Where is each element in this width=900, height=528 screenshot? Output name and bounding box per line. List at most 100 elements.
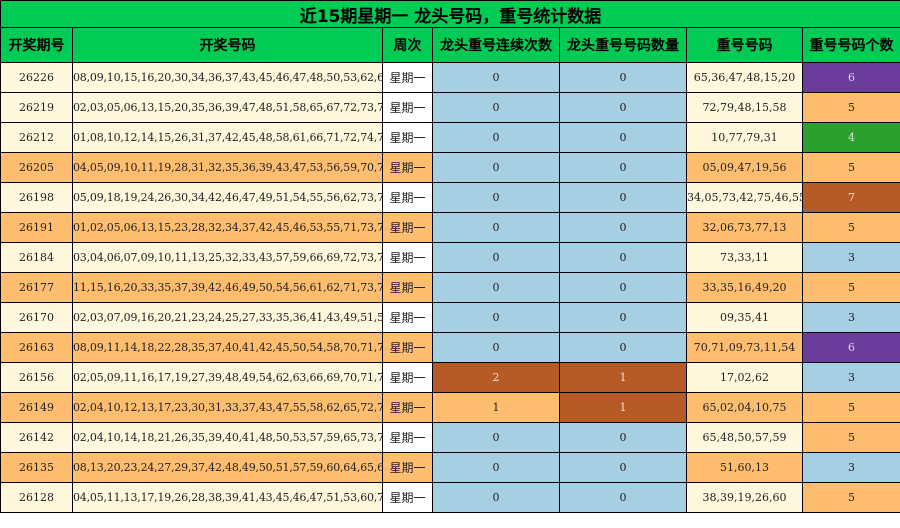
numbers-cell: 01,08,10,12,14,15,26,31,37,42,45,48,58,6…: [72, 122, 383, 153]
repeat-count-cell: 6: [801, 332, 900, 363]
issue-cell: 26184: [0, 242, 73, 273]
issue-cell: 26177: [0, 272, 73, 303]
streak-count-cell: 0: [559, 152, 687, 183]
streak-cell: 0: [432, 122, 560, 153]
streak-count-cell: 0: [559, 62, 687, 93]
week-cell: 星期一: [382, 362, 433, 393]
streak-count-cell: 0: [559, 182, 687, 213]
header-numbers: 开奖号码: [72, 27, 383, 63]
repeat-count-cell: 5: [801, 272, 900, 303]
streak-cell: 0: [432, 422, 560, 453]
table-row: 26212 01,08,10,12,14,15,26,31,37,42,45,48…: [0, 122, 900, 153]
issue-cell: 26212: [0, 122, 73, 153]
week-cell: 星期一: [382, 392, 433, 423]
numbers-cell: 03,04,06,07,09,10,11,13,25,32,33,43,57,5…: [72, 242, 383, 273]
issue-cell: 26191: [0, 212, 73, 243]
repeat-count-cell: 3: [801, 452, 900, 483]
streak-cell: 1: [432, 392, 560, 423]
streak-cell: 0: [432, 92, 560, 123]
repeats-cell: 17,02,62: [686, 362, 803, 393]
numbers-cell: 02,04,10,12,13,17,23,30,31,33,37,43,47,5…: [72, 392, 383, 423]
repeats-cell: 10,77,79,31: [686, 122, 803, 153]
repeats-cell: 33,35,16,49,20: [686, 272, 803, 303]
stats-page: 近15期星期一 龙头号码，重号统计数据 开奖期号 开奖号码 周次 龙头重号连续次…: [0, 0, 900, 528]
streak-count-cell: 0: [559, 302, 687, 333]
issue-cell: 26219: [0, 92, 73, 123]
header-repeat-count: 重号号码个数: [801, 27, 900, 63]
repeats-cell: 09,35,41: [686, 302, 803, 333]
streak-cell: 0: [432, 272, 560, 303]
issue-cell: 26198: [0, 182, 73, 213]
repeat-count-cell: 5: [801, 392, 900, 423]
week-cell: 星期一: [382, 482, 433, 513]
numbers-cell: 04,05,11,13,17,19,26,28,38,39,41,43,45,4…: [72, 482, 383, 513]
week-cell: 星期一: [382, 242, 433, 273]
repeats-cell: 38,39,19,26,60: [686, 482, 803, 513]
week-cell: 星期一: [382, 332, 433, 363]
repeat-count-cell: 5: [801, 92, 900, 123]
header-repeats: 重号号码: [686, 27, 803, 63]
week-cell: 星期一: [382, 452, 433, 483]
table-row: 26128 04,05,11,13,17,19,26,28,38,39,41,43…: [0, 482, 900, 513]
streak-cell: 0: [432, 62, 560, 93]
streak-cell: 0: [432, 212, 560, 243]
stats-table: 近15期星期一 龙头号码，重号统计数据 开奖期号 开奖号码 周次 龙头重号连续次…: [0, 0, 900, 513]
repeats-cell: 05,09,47,19,56: [686, 152, 803, 183]
week-cell: 星期一: [382, 152, 433, 183]
repeats-cell: 65,48,50,57,59: [686, 422, 803, 453]
numbers-cell: 01,02,05,06,13,15,23,28,32,34,37,42,45,4…: [72, 212, 383, 243]
streak-cell: 0: [432, 482, 560, 513]
table-row: 26135 08,13,20,23,24,27,29,37,42,48,49,50…: [0, 452, 900, 483]
table-row: 26226 08,09,10,15,16,20,30,34,36,37,43,45…: [0, 62, 900, 93]
repeat-count-cell: 3: [801, 362, 900, 393]
issue-cell: 26128: [0, 482, 73, 513]
repeats-cell: 73,33,11: [686, 242, 803, 273]
streak-cell: 0: [432, 302, 560, 333]
numbers-cell: 02,03,05,06,13,15,20,35,36,39,47,48,51,5…: [72, 92, 383, 123]
numbers-cell: 04,05,09,10,11,19,28,31,32,35,36,39,43,4…: [72, 152, 383, 183]
table-body: 26226 08,09,10,15,16,20,30,34,36,37,43,45…: [0, 62, 900, 513]
repeats-cell: 32,06,73,77,13: [686, 212, 803, 243]
streak-cell: 0: [432, 182, 560, 213]
table-row: 26163 08,09,11,14,18,22,28,35,37,40,41,42…: [0, 332, 900, 363]
repeat-count-cell: 5: [801, 152, 900, 183]
repeat-count-cell: 3: [801, 302, 900, 333]
streak-count-cell: 0: [559, 332, 687, 363]
streak-count-cell: 0: [559, 422, 687, 453]
streak-count-cell: 1: [559, 392, 687, 423]
streak-cell: 0: [432, 332, 560, 363]
issue-cell: 26156: [0, 362, 73, 393]
numbers-cell: 08,09,11,14,18,22,28,35,37,40,41,42,45,5…: [72, 332, 383, 363]
repeats-cell: 34,05,73,42,75,46,55: [686, 182, 803, 213]
issue-cell: 26135: [0, 452, 73, 483]
table-row: 26184 03,04,06,07,09,10,11,13,25,32,33,43…: [0, 242, 900, 273]
repeat-count-cell: 7: [801, 182, 900, 213]
repeat-count-cell: 3: [801, 242, 900, 273]
issue-cell: 26163: [0, 332, 73, 363]
numbers-cell: 02,05,09,11,16,17,19,27,39,48,49,54,62,6…: [72, 362, 383, 393]
week-cell: 星期一: [382, 92, 433, 123]
table-row: 26219 02,03,05,06,13,15,20,35,36,39,47,48…: [0, 92, 900, 123]
repeats-cell: 65,02,04,10,75: [686, 392, 803, 423]
week-cell: 星期一: [382, 182, 433, 213]
repeats-cell: 51,60,13: [686, 452, 803, 483]
repeat-count-cell: 5: [801, 422, 900, 453]
streak-cell: 2: [432, 362, 560, 393]
table-row: 26170 02,03,07,09,16,20,21,23,24,25,27,33…: [0, 302, 900, 333]
repeat-count-cell: 4: [801, 122, 900, 153]
repeats-cell: 65,36,47,48,15,20: [686, 62, 803, 93]
issue-cell: 26149: [0, 392, 73, 423]
table-row: 26191 01,02,05,06,13,15,23,28,32,34,37,42…: [0, 212, 900, 243]
streak-count-cell: 0: [559, 482, 687, 513]
header-streak-count: 龙头重号号码数量: [559, 27, 687, 63]
streak-count-cell: 0: [559, 452, 687, 483]
table-row: 26149 02,04,10,12,13,17,23,30,31,33,37,43…: [0, 392, 900, 423]
issue-cell: 26226: [0, 62, 73, 93]
week-cell: 星期一: [382, 302, 433, 333]
numbers-cell: 02,04,10,14,18,21,26,35,39,40,41,48,50,5…: [72, 422, 383, 453]
repeat-count-cell: 5: [801, 212, 900, 243]
streak-count-cell: 0: [559, 92, 687, 123]
table-row: 26142 02,04,10,14,18,21,26,35,39,40,41,48…: [0, 422, 900, 453]
table-row: 26205 04,05,09,10,11,19,28,31,32,35,36,39…: [0, 152, 900, 183]
repeats-cell: 70,71,09,73,11,54: [686, 332, 803, 363]
